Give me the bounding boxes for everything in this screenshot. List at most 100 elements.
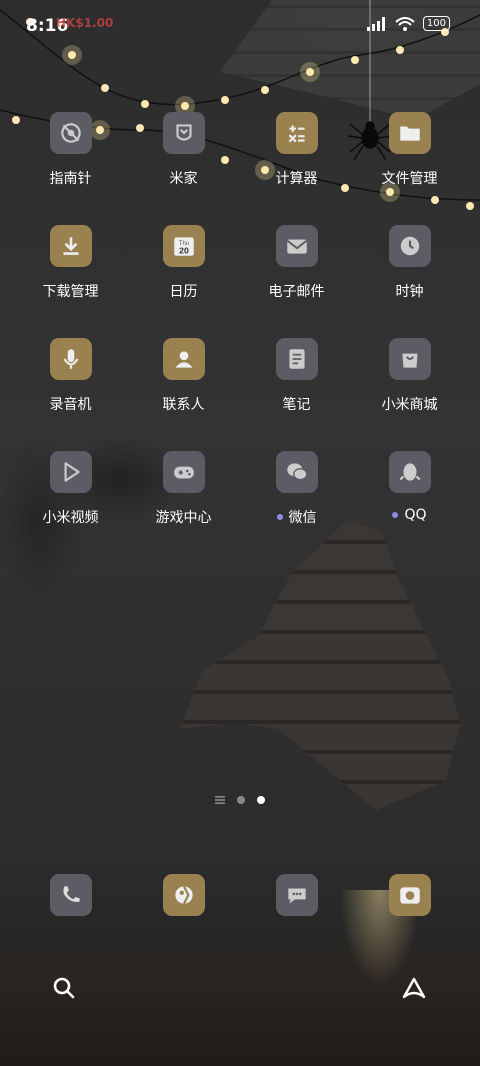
dock-icon-tile[interactable] [49, 874, 92, 916]
calendar-icon: Thu20 [173, 237, 194, 256]
assistant-button[interactable] [396, 970, 432, 1006]
dock-messages[interactable] [240, 874, 353, 916]
app-shopping-bag[interactable]: 小米商城 [353, 338, 466, 420]
search-button[interactable] [46, 970, 82, 1006]
camera-icon [399, 887, 420, 904]
dock-icon-tile[interactable] [275, 874, 318, 916]
app-label: 日历 [170, 281, 198, 301]
contacts-icon [174, 351, 193, 368]
price-tag-decoration: HK$1.00 [56, 16, 114, 30]
app-label: 米家 [170, 168, 198, 188]
browser-icon [174, 885, 193, 905]
app-qq-penguin[interactable]: QQ [353, 451, 466, 533]
mail-icon [286, 239, 307, 254]
app-icon-tile[interactable] [49, 112, 92, 154]
app-label-text: 下载管理 [42, 284, 99, 300]
app-wechat[interactable]: 微信 [240, 451, 353, 533]
app-icon-tile[interactable] [275, 112, 318, 154]
app-icon-tile[interactable] [49, 225, 92, 267]
menu-lines-icon [215, 796, 225, 804]
app-icon-tile[interactable] [162, 338, 205, 380]
app-label: 时钟 [396, 281, 424, 301]
app-notes[interactable]: 笔记 [240, 338, 353, 420]
app-icon-tile[interactable] [49, 338, 92, 380]
messages-icon [287, 888, 306, 904]
app-microphone[interactable]: 录音机 [14, 338, 127, 420]
app-label-text: 指南针 [49, 171, 92, 187]
app-icon-tile[interactable]: Thu 20 [162, 225, 205, 267]
app-label: 联系人 [163, 394, 205, 414]
app-icon-tile[interactable] [388, 112, 431, 154]
app-label-text: 微信 [288, 510, 317, 526]
app-label-text: 计算器 [275, 171, 318, 187]
new-install-dot [392, 512, 399, 518]
svg-text:20: 20 [179, 246, 189, 256]
app-label-text: 笔记 [282, 397, 311, 413]
dock-phone[interactable] [14, 874, 127, 916]
app-label: 计算器 [276, 168, 318, 188]
app-calculator[interactable]: 计算器 [240, 112, 353, 194]
app-label-text: 小米商城 [381, 397, 438, 413]
page-dot [237, 796, 245, 804]
app-label-text: 电子邮件 [268, 284, 325, 300]
app-play[interactable]: 小米视频 [14, 451, 127, 533]
app-calendar[interactable]: Thu 20 日历 [127, 225, 240, 307]
app-label: 文件管理 [382, 168, 438, 188]
dock-icon-tile[interactable] [388, 874, 431, 916]
app-label-text: 录音机 [49, 397, 92, 413]
app-icon-tile[interactable] [162, 112, 205, 154]
folder-icon [399, 126, 420, 141]
calculator-icon [288, 125, 305, 143]
app-icon-tile[interactable] [275, 225, 318, 267]
app-icon-tile[interactable] [275, 451, 318, 493]
app-label-text: 米家 [169, 171, 198, 187]
app-folder[interactable]: 文件管理 [353, 112, 466, 194]
microphone-icon [63, 349, 78, 369]
app-label: 录音机 [50, 394, 92, 414]
signal-icon [366, 16, 385, 31]
app-label-text: QQ [404, 507, 427, 523]
app-label-text: 联系人 [162, 397, 205, 413]
app-clock[interactable]: 时钟 [353, 225, 466, 307]
app-gamepad[interactable]: 游戏中心 [127, 451, 240, 533]
app-label: 电子邮件 [269, 281, 325, 301]
mijia-icon [175, 124, 192, 141]
wifi-icon [395, 16, 415, 31]
app-mail[interactable]: 电子邮件 [240, 225, 353, 307]
app-compass[interactable]: 指南针 [14, 112, 127, 194]
app-label: 游戏中心 [156, 507, 212, 527]
page-dot-active [257, 796, 265, 804]
notes-icon [288, 349, 305, 369]
app-download[interactable]: 下载管理 [14, 225, 127, 307]
app-contacts[interactable]: 联系人 [127, 338, 240, 420]
app-label: 小米商城 [382, 394, 438, 414]
shopping-bag-icon [401, 353, 418, 368]
app-label: 下载管理 [43, 281, 99, 301]
app-icon-tile[interactable] [162, 451, 205, 493]
page-indicator[interactable] [0, 796, 480, 804]
app-icon-tile[interactable] [388, 451, 431, 493]
gamepad-icon [173, 466, 194, 479]
app-label: 笔记 [283, 394, 311, 414]
qq-penguin-icon [398, 463, 421, 481]
dock-icon-tile[interactable] [162, 874, 205, 916]
app-label-text: 小米视频 [42, 510, 99, 526]
app-mijia[interactable]: 米家 [127, 112, 240, 194]
phone-icon [62, 886, 80, 902]
app-icon-tile[interactable] [275, 338, 318, 380]
dock-camera[interactable] [353, 874, 466, 916]
app-label-text: 时钟 [395, 284, 424, 300]
play-icon [63, 462, 80, 482]
app-icon-tile[interactable] [388, 225, 431, 267]
download-icon [62, 237, 79, 255]
battery-icon: 100 [422, 16, 450, 31]
app-label-text: 日历 [169, 284, 198, 300]
app-icon-tile[interactable] [49, 451, 92, 493]
app-label-text: 文件管理 [381, 171, 438, 187]
status-bar: 8:16 HK$1.00 100 [0, 0, 480, 50]
search-icon [53, 977, 75, 999]
dock-browser[interactable] [127, 874, 240, 916]
app-icon-tile[interactable] [388, 338, 431, 380]
app-label: 指南针 [50, 168, 92, 188]
compass-icon [60, 123, 81, 143]
